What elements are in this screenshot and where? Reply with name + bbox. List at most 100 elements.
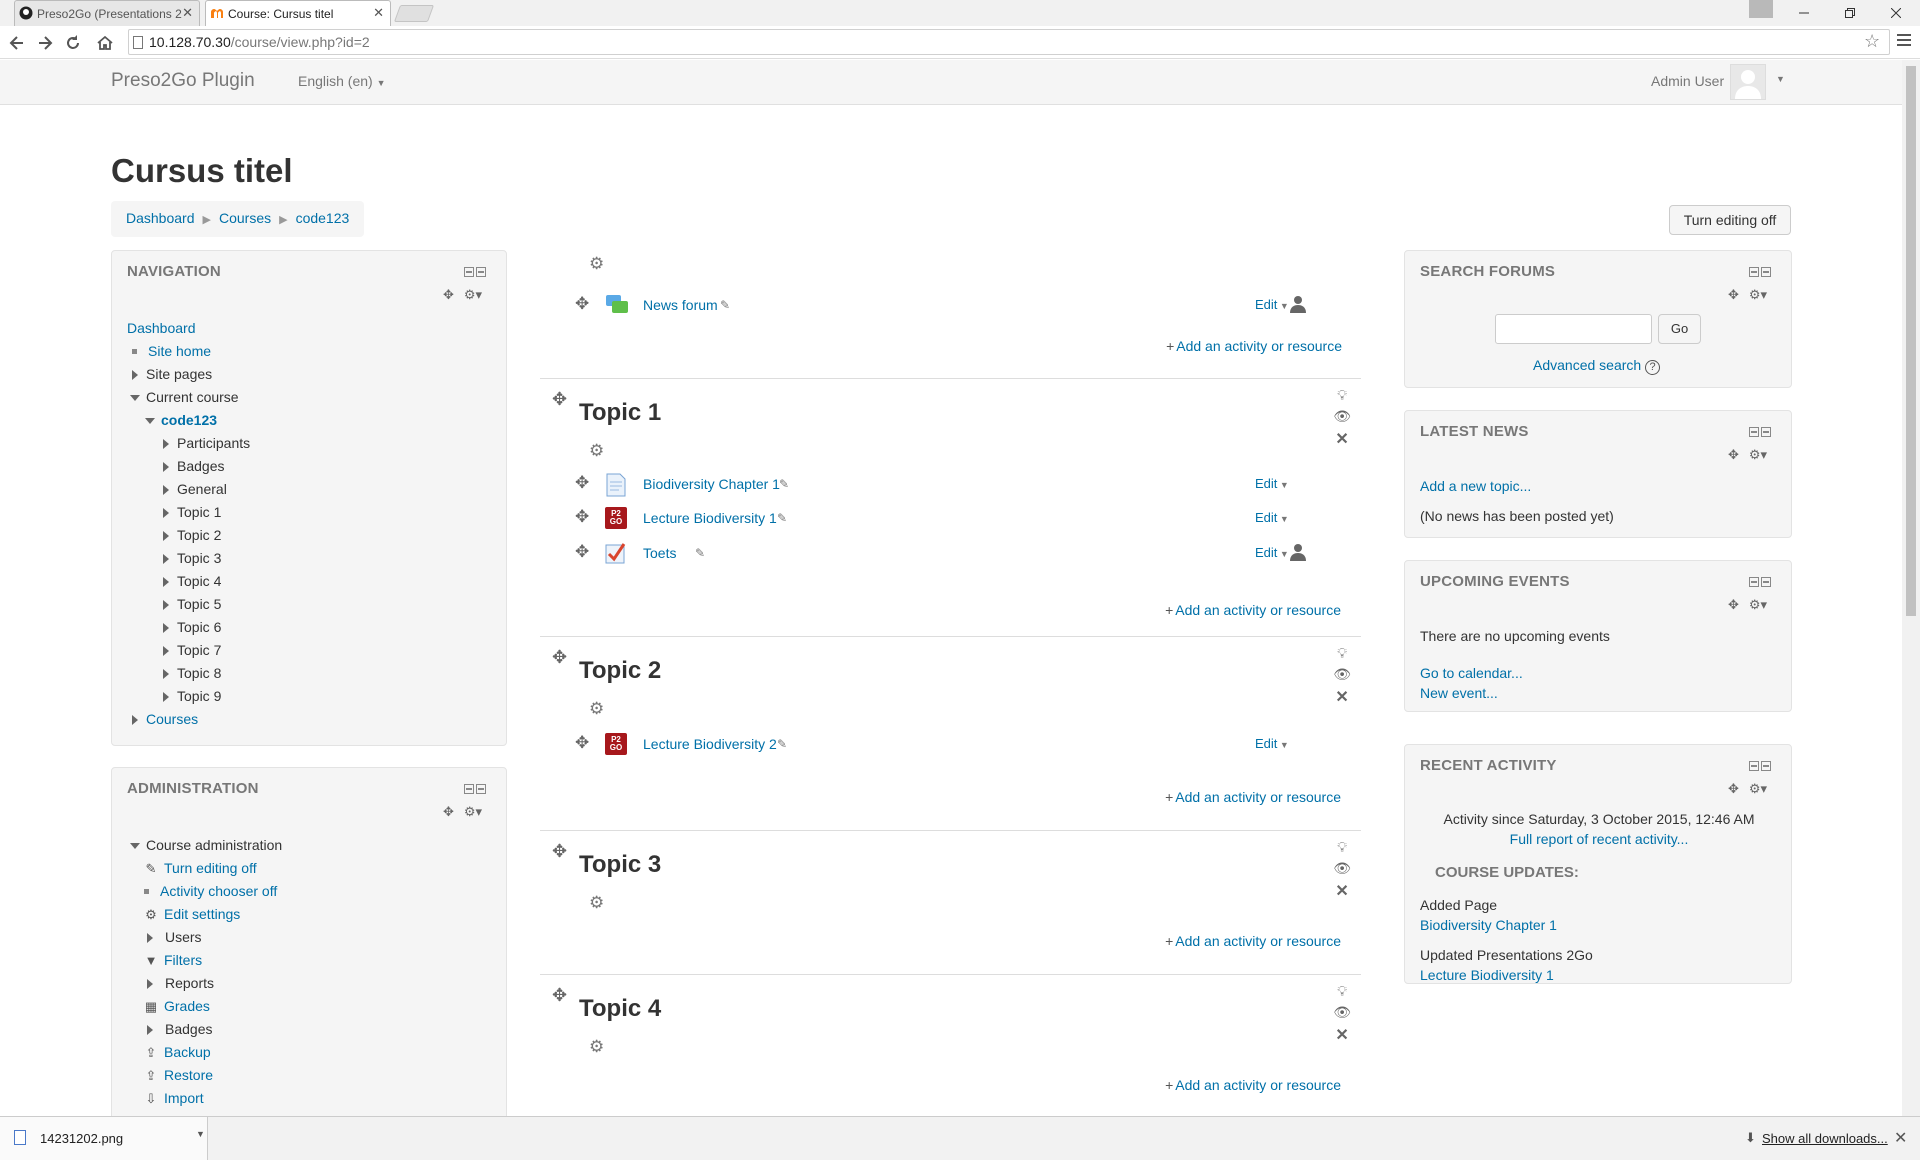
gear-icon[interactable]: ⚙▾ [464,287,482,303]
eye-icon[interactable]: 👁︎ [1333,1004,1351,1021]
search-go-button[interactable]: Go [1658,314,1701,344]
admin-grades[interactable]: Grades [164,998,210,1014]
pencil-icon[interactable]: ✎ [777,737,787,751]
close-icon[interactable]: ✕ [373,5,384,21]
lightbulb-icon[interactable]: 💡︎ [1337,839,1347,856]
activity-link[interactable]: News forum [643,297,718,313]
move-icon[interactable]: ✥ [575,733,589,753]
browser-tab-course[interactable]: Course: Cursus titel ✕ [205,0,391,26]
nav-site-home[interactable]: Site home [148,343,211,359]
expand-icon[interactable] [147,1025,153,1035]
move-icon[interactable]: ✥ [552,841,567,862]
browser-menu-icon[interactable] [1897,34,1911,46]
edit-menu[interactable]: Edit ▼ [1255,297,1289,312]
delete-icon[interactable]: ✕ [1335,429,1348,449]
move-icon[interactable]: ✥ [1728,287,1739,303]
nav-course-item-label[interactable]: Topic 5 [177,596,221,612]
gear-icon[interactable]: ⚙ [589,893,604,913]
move-icon[interactable]: ✥ [575,294,589,314]
language-menu[interactable]: English (en) ▼ [298,73,386,89]
nav-course-item-label[interactable]: Topic 1 [177,504,221,520]
nav-course-item-label[interactable]: Topic 6 [177,619,221,635]
gear-icon[interactable]: ⚙▾ [1749,597,1767,613]
person-icon[interactable] [1289,295,1307,313]
eye-icon[interactable]: 👁︎ [1333,860,1351,877]
collapse-tree-icon[interactable] [145,418,155,424]
move-icon[interactable]: ✥ [552,389,567,410]
admin-users[interactable]: Users [165,929,202,945]
new-tab-button[interactable] [393,5,435,22]
edit-menu[interactable]: Edit ▼ [1255,545,1289,560]
nav-course-item-label[interactable]: Participants [177,435,250,451]
scrollbar-thumb[interactable] [1906,66,1916,616]
gear-icon[interactable]: ⚙ [589,254,604,274]
go-to-calendar-link[interactable]: Go to calendar... [1420,665,1523,681]
nav-courses[interactable]: Courses [146,711,198,727]
collapse-icon[interactable] [1749,577,1759,587]
back-icon[interactable] [8,34,26,52]
add-activity-link[interactable]: + Add an activity or resource [1166,338,1342,354]
expand-icon[interactable] [132,715,138,725]
eye-icon[interactable]: 👁︎ [1333,666,1351,683]
breadcrumb-courses[interactable]: Courses [219,210,271,226]
dock-icon[interactable] [1761,577,1771,587]
add-activity-link[interactable]: + Add an activity or resource [1165,933,1341,949]
bookmark-star-icon[interactable]: ☆ [1864,31,1880,52]
move-icon[interactable]: ✥ [575,473,589,493]
admin-badges[interactable]: Badges [165,1021,212,1037]
expand-icon[interactable] [132,370,138,380]
add-activity-link[interactable]: + Add an activity or resource [1165,1077,1341,1093]
collapse-icon[interactable] [1749,427,1759,437]
add-news-topic-link[interactable]: Add a new topic... [1420,478,1531,494]
expand-icon[interactable] [163,554,169,564]
address-bar[interactable]: 10.128.70.30/course/view.php?id=2 [128,29,1890,55]
nav-site-pages[interactable]: Site pages [146,366,212,382]
expand-icon[interactable] [163,485,169,495]
caret-down-icon[interactable]: ▼ [196,1129,205,1139]
expand-icon[interactable] [163,646,169,656]
move-icon[interactable]: ✥ [1728,447,1739,463]
dock-icon[interactable] [1761,761,1771,771]
gear-icon[interactable]: ⚙▾ [1749,447,1767,463]
move-icon[interactable]: ✥ [443,804,454,820]
admin-backup[interactable]: Backup [164,1044,211,1060]
pencil-icon[interactable]: ✎ [720,298,730,312]
admin-turn-editing-off[interactable]: Turn editing off [164,860,257,876]
move-icon[interactable]: ✥ [575,507,589,527]
person-icon[interactable] [1289,543,1307,561]
edit-menu[interactable]: Edit ▼ [1255,476,1289,491]
breadcrumb-dashboard[interactable]: Dashboard [126,210,195,226]
nav-course-item-label[interactable]: Topic 4 [177,573,221,589]
admin-reports[interactable]: Reports [165,975,214,991]
gear-icon[interactable]: ⚙▾ [464,804,482,820]
expand-icon[interactable] [163,669,169,679]
gear-icon[interactable]: ⚙▾ [1749,287,1767,303]
nav-course-code[interactable]: code123 [161,412,217,428]
lightbulb-icon[interactable]: 💡︎ [1337,387,1347,404]
minimize-button[interactable] [1781,0,1827,26]
close-window-button[interactable] [1873,0,1919,26]
lightbulb-icon[interactable]: 💡︎ [1337,983,1347,1000]
update-1-link[interactable]: Biodiversity Chapter 1 [1420,917,1557,933]
add-activity-link[interactable]: + Add an activity or resource [1165,602,1341,618]
expand-icon[interactable] [147,979,153,989]
move-icon[interactable]: ✥ [1728,781,1739,797]
show-all-downloads-link[interactable]: Show all downloads... [1762,1131,1888,1146]
update-2-link[interactable]: Lecture Biodiversity 1 [1420,967,1554,983]
collapse-tree-icon[interactable] [130,395,140,401]
nav-course-item-label[interactable]: Topic 8 [177,665,221,681]
move-icon[interactable]: ✥ [552,985,567,1006]
search-forums-input[interactable] [1495,314,1652,344]
add-activity-link[interactable]: + Add an activity or resource [1165,789,1341,805]
activity-link[interactable]: Lecture Biodiversity 2 [643,736,777,752]
pencil-icon[interactable]: ✎ [695,546,705,560]
advanced-search-link[interactable]: Advanced search ? [1533,357,1661,375]
new-event-link[interactable]: New event... [1420,685,1498,701]
avatar[interactable] [1730,64,1766,100]
download-item[interactable]: 14231202.png ▼ [0,1117,208,1160]
nav-course-item-label[interactable]: Topic 7 [177,642,221,658]
collapse-tree-icon[interactable] [130,843,140,849]
expand-icon[interactable] [163,623,169,633]
nav-dashboard[interactable]: Dashboard [127,320,196,336]
pencil-icon[interactable]: ✎ [777,511,787,525]
